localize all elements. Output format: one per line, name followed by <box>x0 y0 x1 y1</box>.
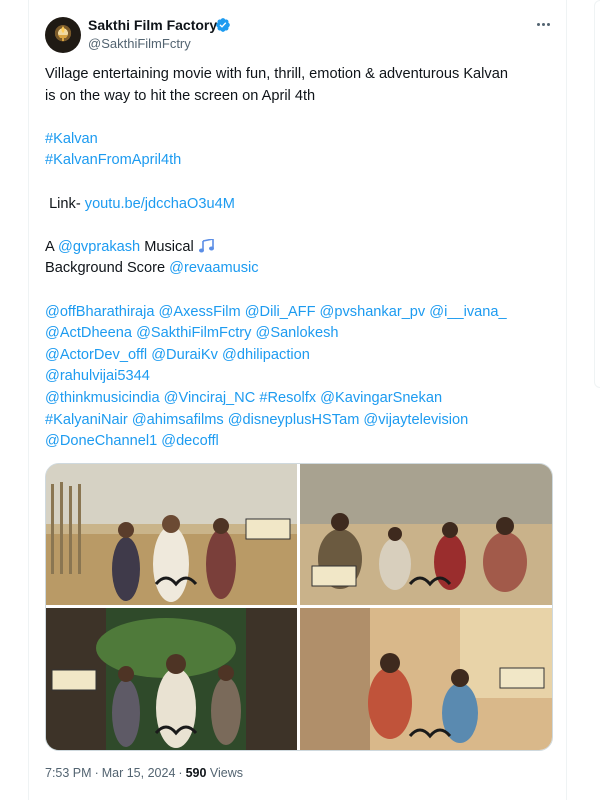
musical-prefix: A <box>45 238 54 255</box>
mention-link[interactable]: @gvprakash <box>58 239 140 255</box>
mention-link[interactable]: @dhilipaction <box>222 347 310 363</box>
media-grid <box>45 463 553 751</box>
mention-link[interactable]: @KavingarSnekan <box>320 390 442 406</box>
avatar[interactable] <box>45 17 81 53</box>
poster-image[interactable] <box>300 464 552 605</box>
poster-image[interactable] <box>46 464 297 605</box>
text-line: is on the way to hit the screen on April… <box>45 87 316 104</box>
mention-link[interactable]: @revaamusic <box>169 260 258 276</box>
timeline-border-left <box>28 0 29 800</box>
timeline-border-right <box>566 0 567 800</box>
mention-link[interactable]: @DoneChannel1 <box>45 433 157 449</box>
mention-link[interactable]: @offBharathiraja <box>45 304 154 320</box>
hashtag-link[interactable]: #Resolfx <box>259 390 316 406</box>
verified-badge-icon <box>216 18 230 32</box>
mention-link[interactable]: @decoffl <box>161 433 219 449</box>
tweet-meta: 7:53 PM · Mar 15, 2024 · 590 Views <box>45 766 244 780</box>
hashtag-link[interactable]: #KalvanFromApril4th <box>45 152 181 168</box>
text-line: Village entertaining movie with fun, thr… <box>45 66 508 82</box>
bgscore-label: Background Score <box>45 260 166 277</box>
mention-link[interactable]: @Sanlokesh <box>256 325 339 341</box>
youtube-link[interactable]: youtu.be/jdcchaO3u4M <box>85 196 235 212</box>
link-prefix: Link- <box>49 195 81 212</box>
mention-link[interactable]: @rahulvijai5344 <box>45 368 150 384</box>
mention-link[interactable]: @i__ivana_ <box>429 304 506 320</box>
hashtag-link[interactable]: #KalyaniNair <box>45 412 128 428</box>
mention-link[interactable]: @SakthiFilmFctry <box>136 325 251 341</box>
author-handle[interactable]: @SakthiFilmFctry <box>88 36 191 52</box>
views-label: Views <box>209 766 244 780</box>
mention-link[interactable]: @ActorDev_offl <box>45 347 147 363</box>
mention-link[interactable]: @ActDheena <box>45 325 132 341</box>
sidebar-card <box>594 0 600 388</box>
mention-link[interactable]: @thinkmusicindia <box>45 390 160 406</box>
musical-suffix: Musical <box>144 238 194 255</box>
poster-image[interactable] <box>300 608 552 750</box>
tweet-date[interactable]: Mar 15, 2024 <box>102 766 176 780</box>
film-lamp-logo-icon <box>58 26 68 41</box>
mention-link[interactable]: @pvshankar_pv <box>320 304 426 320</box>
hashtag-link[interactable]: #Kalvan <box>45 131 98 147</box>
mention-link[interactable]: @disneyplusHSTam <box>228 412 360 428</box>
tweet-time[interactable]: 7:53 PM <box>45 766 92 780</box>
mention-link[interactable]: @AxessFilm <box>159 304 241 320</box>
mention-link[interactable]: @DuraiKv <box>151 347 218 363</box>
mention-link[interactable]: @Vinciraj_NC <box>164 390 256 406</box>
tweet-text: Village entertaining movie with fun, thr… <box>45 64 555 453</box>
music-notes-icon <box>198 238 214 253</box>
more-options-icon[interactable] <box>533 14 553 34</box>
mention-link[interactable]: @vijaytelevision <box>363 412 468 428</box>
views-count: 590 <box>185 766 207 780</box>
poster-image[interactable] <box>46 608 297 750</box>
mention-link[interactable]: @Dili_AFF <box>245 304 316 320</box>
author-name[interactable]: Sakthi Film Factory <box>88 17 217 34</box>
mention-link[interactable]: @ahimsafilms <box>132 412 224 428</box>
